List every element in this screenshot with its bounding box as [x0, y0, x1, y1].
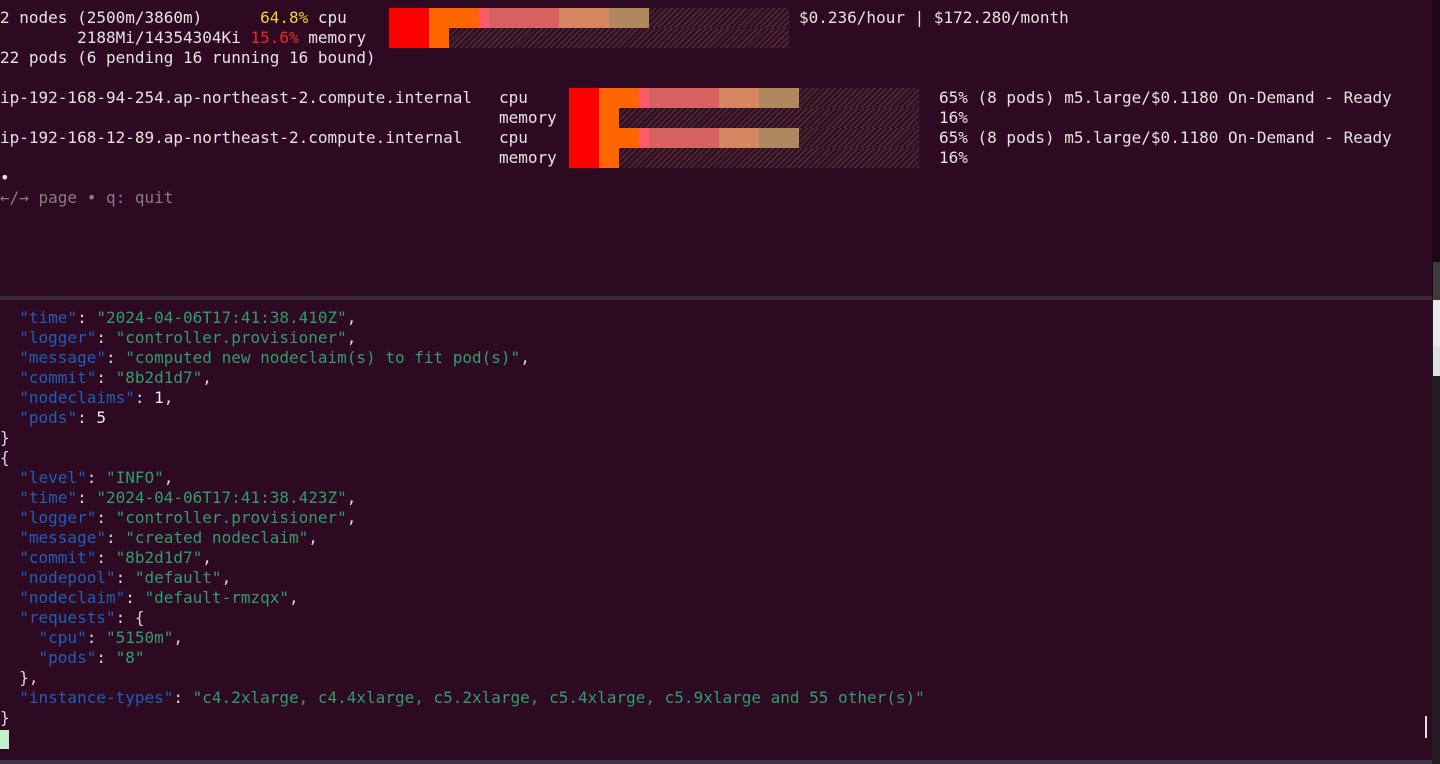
log-line: "logger": "controller.provisioner", [19, 328, 357, 347]
scroll-indicator [1425, 716, 1427, 738]
cpu-label: cpu [317, 8, 347, 27]
log-brace: } [0, 428, 10, 447]
log-line: "requests": { [19, 608, 145, 627]
nodes-summary: 2 nodes (2500m/3860m) [0, 8, 203, 27]
scrollbar-thumb[interactable] [1433, 300, 1440, 346]
cluster-cpu-bar [389, 8, 789, 28]
node-cpu-label: cpu [499, 88, 528, 107]
node-cpu-bar [569, 88, 919, 108]
summary-row-cpu: 2 nodes (2500m/3860m) 64.8% cpu [0, 8, 347, 28]
pane-divider[interactable] [0, 296, 1432, 300]
summary-row-memory: 2188Mi/14354304Ki 15.6% memory [0, 28, 366, 48]
pods-summary: 22 pods (6 pending 16 running 16 bound) [0, 48, 376, 67]
node-info: 65% (8 pods) m5.large/$0.1180 On-Demand … [939, 128, 1392, 147]
node-memory-label: memory [499, 108, 557, 127]
top-pane-scrollbar[interactable] [1432, 0, 1440, 296]
node-memory-bar [569, 148, 919, 168]
node-memory-percent: 16% [939, 148, 968, 167]
memory-summary: 2188Mi/14354304Ki [77, 28, 241, 47]
log-line: "commit": "8b2d1d7", [19, 548, 212, 567]
node-memory-bar [569, 108, 919, 128]
cluster-memory-bar [389, 28, 789, 48]
log-line: "cpu": "5150m", [38, 628, 184, 647]
log-line: "pods": 5 [19, 408, 106, 427]
help-text: ←/→ page • q: quit [0, 188, 174, 207]
log-line: "message": "created nodeclaim", [19, 528, 318, 547]
log-line: "instance-types": "c4.2xlarge, c4.4xlarg… [19, 688, 925, 707]
log-line: "level": "INFO", [19, 468, 174, 487]
log-line: "commit": "8b2d1d7", [19, 368, 212, 387]
memory-percent: 15.6% [250, 28, 299, 47]
log-line: "pods": "8" [38, 648, 145, 667]
cpu-percent: 64.8% [260, 8, 309, 27]
node-name: ip-192-168-12-89.ap-northeast-2.compute.… [0, 128, 463, 147]
terminal-cursor[interactable] [0, 730, 9, 749]
log-line: "time": "2024-04-06T17:41:38.423Z", [19, 488, 357, 507]
node-name: ip-192-168-94-254.ap-northeast-2.compute… [0, 88, 473, 107]
log-line: "message": "computed new nodeclaim(s) to… [19, 348, 530, 367]
scrollbar-thumb[interactable] [1433, 346, 1440, 376]
log-brace: } [0, 708, 10, 727]
cost-summary: $0.236/hour | $172.280/month [799, 8, 1069, 27]
page-dot[interactable]: • [0, 168, 10, 188]
log-line: "logger": "controller.provisioner", [19, 508, 357, 527]
log-brace: }, [0, 668, 39, 687]
log-line: "time": "2024-04-06T17:41:38.410Z", [19, 308, 357, 327]
node-cpu-bar [569, 128, 919, 148]
log-line: "nodepool": "default", [19, 568, 232, 587]
log-brace: { [0, 448, 10, 467]
memory-label: memory [308, 28, 367, 47]
node-cpu-label: cpu [499, 128, 528, 147]
bottom-border [0, 760, 1432, 764]
node-info: 65% (8 pods) m5.large/$0.1180 On-Demand … [939, 88, 1392, 107]
node-memory-percent: 16% [939, 108, 968, 127]
log-line: "nodeclaim": "default-rmzqx", [19, 588, 299, 607]
log-line: "nodeclaims": 1, [19, 388, 174, 407]
node-memory-label: memory [499, 148, 557, 167]
